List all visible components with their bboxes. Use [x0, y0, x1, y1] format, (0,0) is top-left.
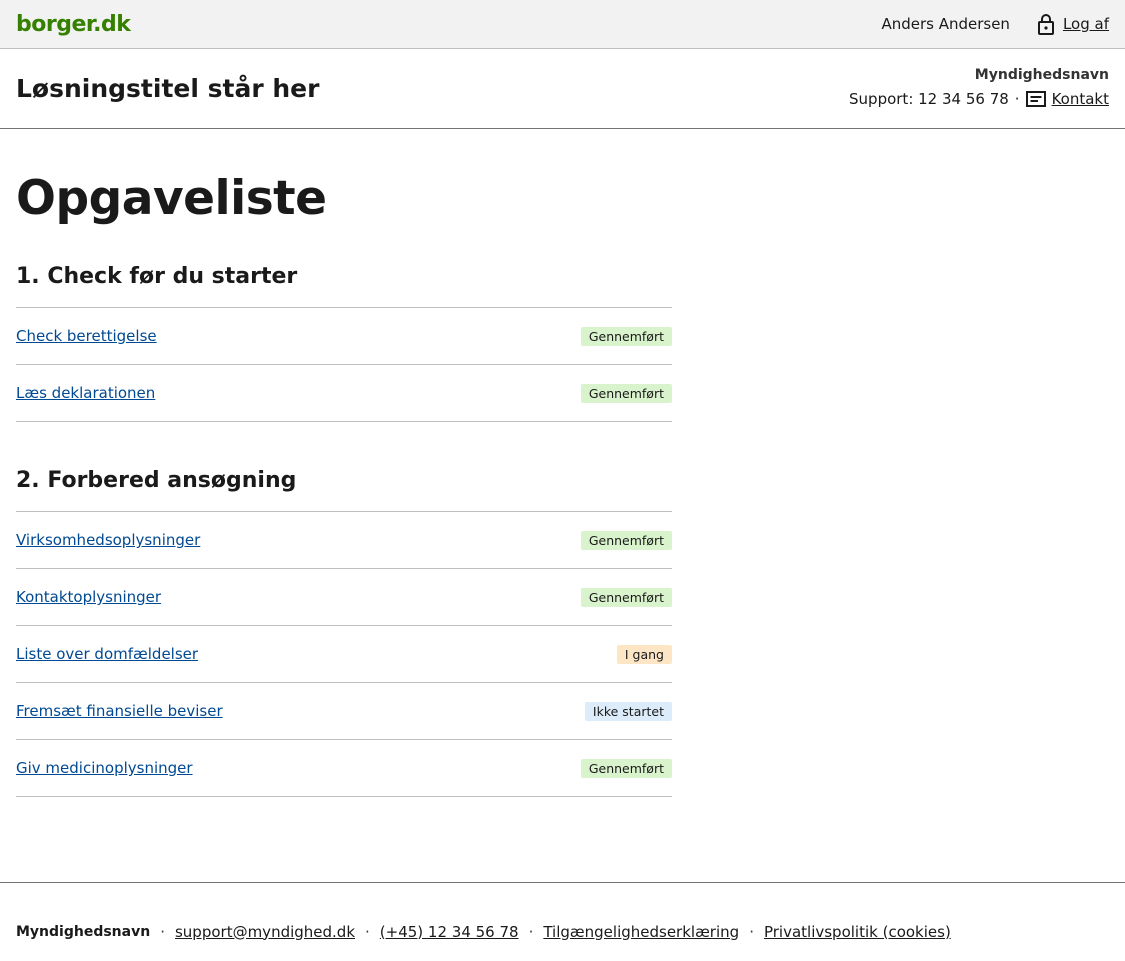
footer-phone-link[interactable]: (+45) 12 34 56 78 — [380, 923, 519, 941]
task-section-1: 1. Check før du starter Check berettigel… — [16, 264, 672, 422]
footer-privacy-link[interactable]: Privatlivspolitik (cookies) — [764, 923, 951, 941]
section-title: 1. Check før du starter — [16, 264, 298, 289]
support-phone: Support: 12 34 56 78 — [849, 89, 1009, 108]
user-name: Anders Andersen — [881, 15, 1010, 33]
task-list: Check berettigelse Gennemført Læs deklar… — [16, 307, 672, 422]
portal-header: borger.dk Anders Andersen Log af — [0, 0, 1125, 49]
footer-email-link[interactable]: support@myndighed.dk — [175, 923, 355, 941]
portal-user-area: Anders Andersen Log af — [881, 13, 1109, 35]
task-row: Virksomhedsoplysninger Gennemført — [16, 512, 672, 569]
main-content: Opgaveliste 1. Check før du starter Chec… — [0, 171, 1125, 797]
task-link-medicinoplysninger[interactable]: Giv medicinoplysninger — [16, 759, 193, 777]
task-row: Læs deklarationen Gennemført — [16, 365, 672, 422]
solution-info: Myndighedsnavn Support: 12 34 56 78 · Ko… — [849, 63, 1109, 111]
task-list: Virksomhedsoplysninger Gennemført Kontak… — [16, 511, 672, 797]
status-badge: Ikke startet — [584, 701, 672, 721]
logout-link[interactable]: Log af — [1037, 13, 1109, 35]
separator: · — [160, 922, 165, 941]
task-link-virksomhedsoplysninger[interactable]: Virksomhedsoplysninger — [16, 531, 200, 549]
task-section-2: 2. Forbered ansøgning Virksomhedsoplysni… — [16, 468, 672, 797]
task-row: Liste over domfældelser I gang — [16, 626, 672, 683]
task-link-kontaktoplysninger[interactable]: Kontaktoplysninger — [16, 588, 161, 606]
status-badge: Gennemført — [580, 758, 672, 778]
logout-label: Log af — [1062, 15, 1109, 33]
status-badge: Gennemført — [580, 326, 672, 346]
task-link-finansielle-beviser[interactable]: Fremsæt finansielle beviser — [16, 702, 223, 720]
footer-authority: Myndighedsnavn — [16, 923, 151, 940]
support-line: Support: 12 34 56 78 · Kontakt — [849, 87, 1109, 111]
task-row: Check berettigelse Gennemført — [16, 308, 672, 365]
separator: · — [749, 922, 754, 941]
task-row: Fremsæt finansielle beviser Ikke startet — [16, 683, 672, 740]
authority-name: Myndighedsnavn — [974, 66, 1109, 83]
separator: · — [1014, 89, 1020, 108]
separator: · — [528, 922, 534, 941]
page-footer: Myndighedsnavn · support@myndighed.dk · … — [0, 882, 1125, 954]
task-row: Giv medicinoplysninger Gennemført — [16, 740, 672, 797]
borger-dk-logo[interactable]: borger.dk — [16, 12, 131, 37]
page-title: Opgaveliste — [16, 171, 327, 226]
solution-title: Løsningstitel står her — [16, 74, 320, 103]
task-link-laes-deklarationen[interactable]: Læs deklarationen — [16, 384, 155, 402]
solution-header: Løsningstitel står her Myndighedsnavn Su… — [0, 49, 1125, 129]
section-title: 2. Forbered ansøgning — [16, 468, 297, 493]
task-row: Kontaktoplysninger Gennemført — [16, 569, 672, 626]
status-badge: Gennemført — [580, 530, 672, 550]
contact-link[interactable]: Kontakt — [1052, 87, 1109, 111]
separator: · — [365, 922, 370, 941]
message-icon — [1025, 90, 1046, 107]
status-badge: I gang — [616, 644, 672, 664]
task-link-check-berettigelse[interactable]: Check berettigelse — [16, 327, 157, 345]
footer-accessibility-link[interactable]: Tilgængelighedserklæring — [543, 923, 739, 941]
status-badge: Gennemført — [580, 383, 672, 403]
task-link-liste-over-domfaeldelser[interactable]: Liste over domfældelser — [16, 645, 198, 663]
lock-icon — [1037, 14, 1054, 35]
status-badge: Gennemført — [580, 587, 672, 607]
